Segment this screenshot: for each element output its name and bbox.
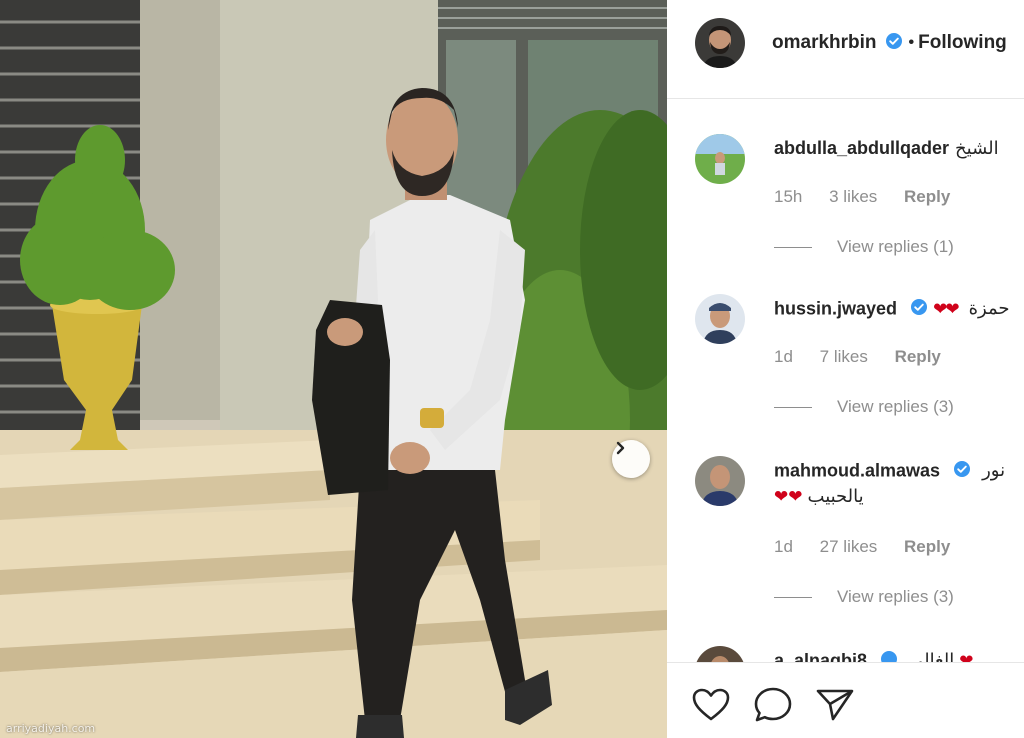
heart-emoji: ❤❤ xyxy=(933,299,959,319)
replies-divider xyxy=(774,596,812,598)
comments-panel: omarkhrbin • Following abdulla_abdullqad… xyxy=(667,0,1024,738)
comment-time: 15h xyxy=(774,187,803,206)
replies-divider xyxy=(774,246,812,248)
comment-meta: 15h 3 likes Reply xyxy=(774,187,972,207)
comment-text: الغالي xyxy=(909,650,955,662)
author-avatar[interactable] xyxy=(695,18,745,68)
watermark-text: arriyadiyah.com xyxy=(6,722,96,735)
view-replies[interactable]: View replies (1) xyxy=(774,237,954,257)
verified-badge-icon xyxy=(880,650,898,662)
view-replies[interactable]: View replies (3) xyxy=(774,397,954,417)
comment-text-line2: يالحبيب xyxy=(807,486,864,506)
comment-username[interactable]: mahmoud.almawas xyxy=(774,460,940,480)
verified-badge-icon xyxy=(953,460,971,483)
view-replies-label[interactable]: View replies (1) xyxy=(837,237,954,257)
view-replies-label[interactable]: View replies (3) xyxy=(837,397,954,417)
comment-meta: 1d 7 likes Reply xyxy=(774,347,963,367)
comment-meta: 1d 27 likes Reply xyxy=(774,537,972,557)
author-username[interactable]: omarkhrbin xyxy=(772,32,877,54)
verified-badge-icon xyxy=(910,298,928,321)
comment-time: 1d xyxy=(774,347,793,366)
comment-likes[interactable]: 7 likes xyxy=(820,347,868,366)
footer-divider xyxy=(667,662,1024,663)
reply-button[interactable]: Reply xyxy=(895,347,941,366)
commenter-avatar[interactable] xyxy=(695,294,745,344)
heart-emoji: ❤ xyxy=(959,651,975,662)
comment-item: a_alnaqbi8 الغالي ❤ xyxy=(667,646,1024,662)
view-replies[interactable]: View replies (3) xyxy=(774,587,954,607)
comment-text: حمزة xyxy=(968,298,1010,319)
replies-divider xyxy=(774,406,812,408)
header-separator: • xyxy=(908,34,915,51)
comment-time: 1d xyxy=(774,537,793,556)
post-photo[interactable]: arriyadiyah.com xyxy=(0,0,667,738)
commenter-avatar[interactable] xyxy=(695,134,745,184)
heart-emoji: ❤❤ xyxy=(774,487,804,506)
reply-button[interactable]: Reply xyxy=(904,187,950,206)
commenter-avatar[interactable] xyxy=(695,456,745,506)
post-actions xyxy=(691,686,877,724)
comment-likes[interactable]: 3 likes xyxy=(829,187,877,206)
following-button[interactable]: Following xyxy=(918,32,1007,54)
comment-username[interactable]: a_alnaqbi8 xyxy=(774,650,867,662)
view-replies-label[interactable]: View replies (3) xyxy=(837,587,954,607)
comment-username[interactable]: abdulla_abdullqader xyxy=(774,138,949,158)
paper-plane-icon[interactable] xyxy=(815,687,855,723)
post-header: omarkhrbin • Following xyxy=(667,0,1024,86)
post-photo-image xyxy=(0,0,667,738)
comment-text: الشيخ xyxy=(955,138,999,158)
header-divider xyxy=(667,98,1024,99)
reply-button[interactable]: Reply xyxy=(904,537,950,556)
commenter-avatar[interactable] xyxy=(695,646,745,662)
next-photo-button[interactable] xyxy=(612,440,650,478)
verified-badge-icon xyxy=(885,32,903,55)
comment-likes[interactable]: 27 likes xyxy=(820,537,878,556)
comment-text: نور xyxy=(982,460,1006,481)
comment-bubble-icon[interactable] xyxy=(753,686,793,724)
heart-outline-icon[interactable] xyxy=(691,687,731,723)
comment-username[interactable]: hussin.jwayed xyxy=(774,298,897,318)
